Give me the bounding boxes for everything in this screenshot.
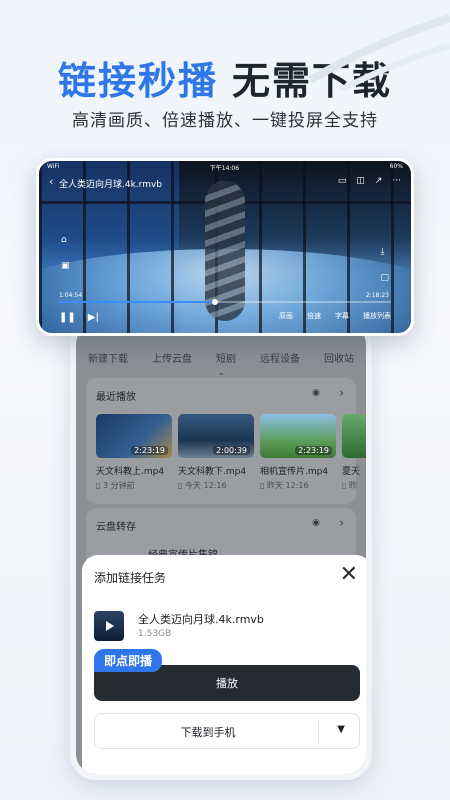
video-thumbnail <box>342 414 366 458</box>
file-thumbnail <box>94 611 124 641</box>
video-meta: ▯ 今天 12:16 <box>178 481 227 490</box>
duration-label: 2:00:39 <box>213 446 250 455</box>
chevron-right-icon[interactable]: › <box>339 386 344 400</box>
progress-track[interactable] <box>59 299 391 305</box>
quality-button[interactable]: 原画 <box>279 311 293 321</box>
video-meta: ▯ 昨天 12:16 <box>260 481 309 490</box>
divider <box>318 722 319 742</box>
video-name: 相机宣传片.mp4 <box>260 467 329 477</box>
add-link-sheet: 添加链接任务 ✕ 全人类迈向月球.4k.rmvb 1.53GB 播放 即点即播 … <box>82 555 366 774</box>
recent-title: 最近播放 <box>96 392 136 403</box>
tab-recycle-bin[interactable]: 回收站 <box>324 348 354 372</box>
screenshot-icon[interactable]: ▣ <box>61 253 70 279</box>
download-to-phone-button[interactable]: 下载到手机 ▼ <box>94 713 360 749</box>
download-icon[interactable]: ⤓ <box>380 239 389 265</box>
battery: 60% <box>389 163 403 170</box>
more-icon[interactable]: ··· <box>392 176 401 186</box>
player-top-icons: ▭ ◫ ↗ ··· <box>338 176 401 186</box>
lock-icon[interactable]: ⌂ <box>61 227 70 253</box>
next-icon[interactable]: ▶| <box>88 312 99 323</box>
player-controls: ❚❚ ▶| <box>59 312 99 323</box>
decorative-lines <box>308 14 450 90</box>
recent-item[interactable]: 2:23:19 相机宣传片.mp4 ▯ 昨天 12:16 <box>260 414 336 491</box>
wifi-status: WiFi <box>47 163 60 170</box>
duration-label: 2:23:19 <box>131 446 168 455</box>
subheadline: 高清画质、倍速播放、一键投屏全支持 <box>72 111 378 131</box>
video-thumbnail: 2:23:19 <box>260 414 336 458</box>
cloud-title: 云盘转存 <box>96 522 136 533</box>
tab-new-download[interactable]: 新建下载 <box>88 348 128 372</box>
time-total: 2:18:23 <box>365 292 389 299</box>
video-name: 夏天 <box>342 467 361 477</box>
close-icon[interactable]: ✕ <box>340 563 358 587</box>
video-name: 天文科教上.mp4 <box>96 467 165 477</box>
share-icon[interactable]: ↗ <box>375 176 383 186</box>
video-name: 天文科教下.mp4 <box>178 467 247 477</box>
file-name: 全人类迈向月球.4k.rmvb <box>138 613 264 626</box>
progress-knob[interactable] <box>212 299 219 305</box>
video-meta: ▯ 昨 <box>342 481 357 490</box>
pause-icon[interactable]: ❚❚ <box>59 312 76 323</box>
phone-mockup: 新建下载 上传云盘 短剧 远程设备 回收站 ⌄ 最近播放 ◉ › 2:23:19… <box>70 318 372 780</box>
player-status-bar: WiFi 下午14:06 60% <box>47 163 403 172</box>
video-thumbnail: 2:23:19 <box>96 414 172 458</box>
chevron-right-icon[interactable]: › <box>339 516 344 530</box>
tab-remote-device[interactable]: 远程设备 <box>260 348 300 372</box>
time-elapsed: 1:04:54 <box>59 292 83 299</box>
recent-card: 最近播放 ◉ › 2:23:19 天文科教上.mp4 ▯ 3 分钟前 2:00:… <box>86 378 366 504</box>
playlist-button[interactable]: 播放列表 <box>363 311 391 321</box>
player-side-icons: ⌂ ▣ <box>61 227 70 279</box>
tab-indicator-icon: ⌄ <box>218 368 225 377</box>
duration-label: 2:23:19 <box>295 446 332 455</box>
instant-play-badge: 即点即播 <box>94 649 163 672</box>
recent-item[interactable]: 2:00:39 天文科教下.mp4 ▯ 今天 12:16 <box>178 414 254 491</box>
headline-blue: 链接秒播 <box>57 59 218 103</box>
player-bottom-actions: 原画 倍速 字幕 播放列表 <box>279 311 391 321</box>
progress-fill <box>59 301 216 303</box>
clock: 下午14:06 <box>209 165 240 172</box>
sheet-title: 添加链接任务 <box>94 571 167 585</box>
helix-structure <box>205 181 245 321</box>
record-icon[interactable]: ▢ <box>380 265 389 291</box>
file-size: 1.53GB <box>138 629 172 639</box>
player-right-icons: ⤓ ▢ <box>380 239 389 291</box>
eye-icon[interactable]: ◉ <box>312 518 320 528</box>
tab-upload-cloud[interactable]: 上传云盘 <box>152 348 192 372</box>
eye-icon[interactable]: ◉ <box>312 388 320 398</box>
caret-down-icon[interactable]: ▼ <box>337 724 345 735</box>
video-player[interactable]: WiFi 下午14:06 60% ‹ 全人类迈向月球.4k.rmvb ▭ ◫ ↗… <box>36 158 414 336</box>
video-meta: ▯ 3 分钟前 <box>96 481 135 490</box>
player-title: 全人类迈向月球.4k.rmvb <box>59 180 163 190</box>
recent-list: 2:23:19 天文科教上.mp4 ▯ 3 分钟前 2:00:39 天文科教下.… <box>96 414 366 491</box>
pip-icon[interactable]: ◫ <box>356 176 365 186</box>
tv-cast-icon[interactable]: ▭ <box>338 176 347 186</box>
subtitle-button[interactable]: 字幕 <box>335 311 349 321</box>
video-thumbnail: 2:00:39 <box>178 414 254 458</box>
recent-item[interactable]: 2:23:19 天文科教上.mp4 ▯ 3 分钟前 <box>96 414 172 491</box>
download-label: 下载到手机 <box>180 726 236 739</box>
play-icon <box>106 621 114 631</box>
back-icon[interactable]: ‹ <box>49 175 53 188</box>
speed-button[interactable]: 倍速 <box>307 311 321 321</box>
recent-item[interactable]: 夏天 ▯ 昨 <box>342 414 366 491</box>
